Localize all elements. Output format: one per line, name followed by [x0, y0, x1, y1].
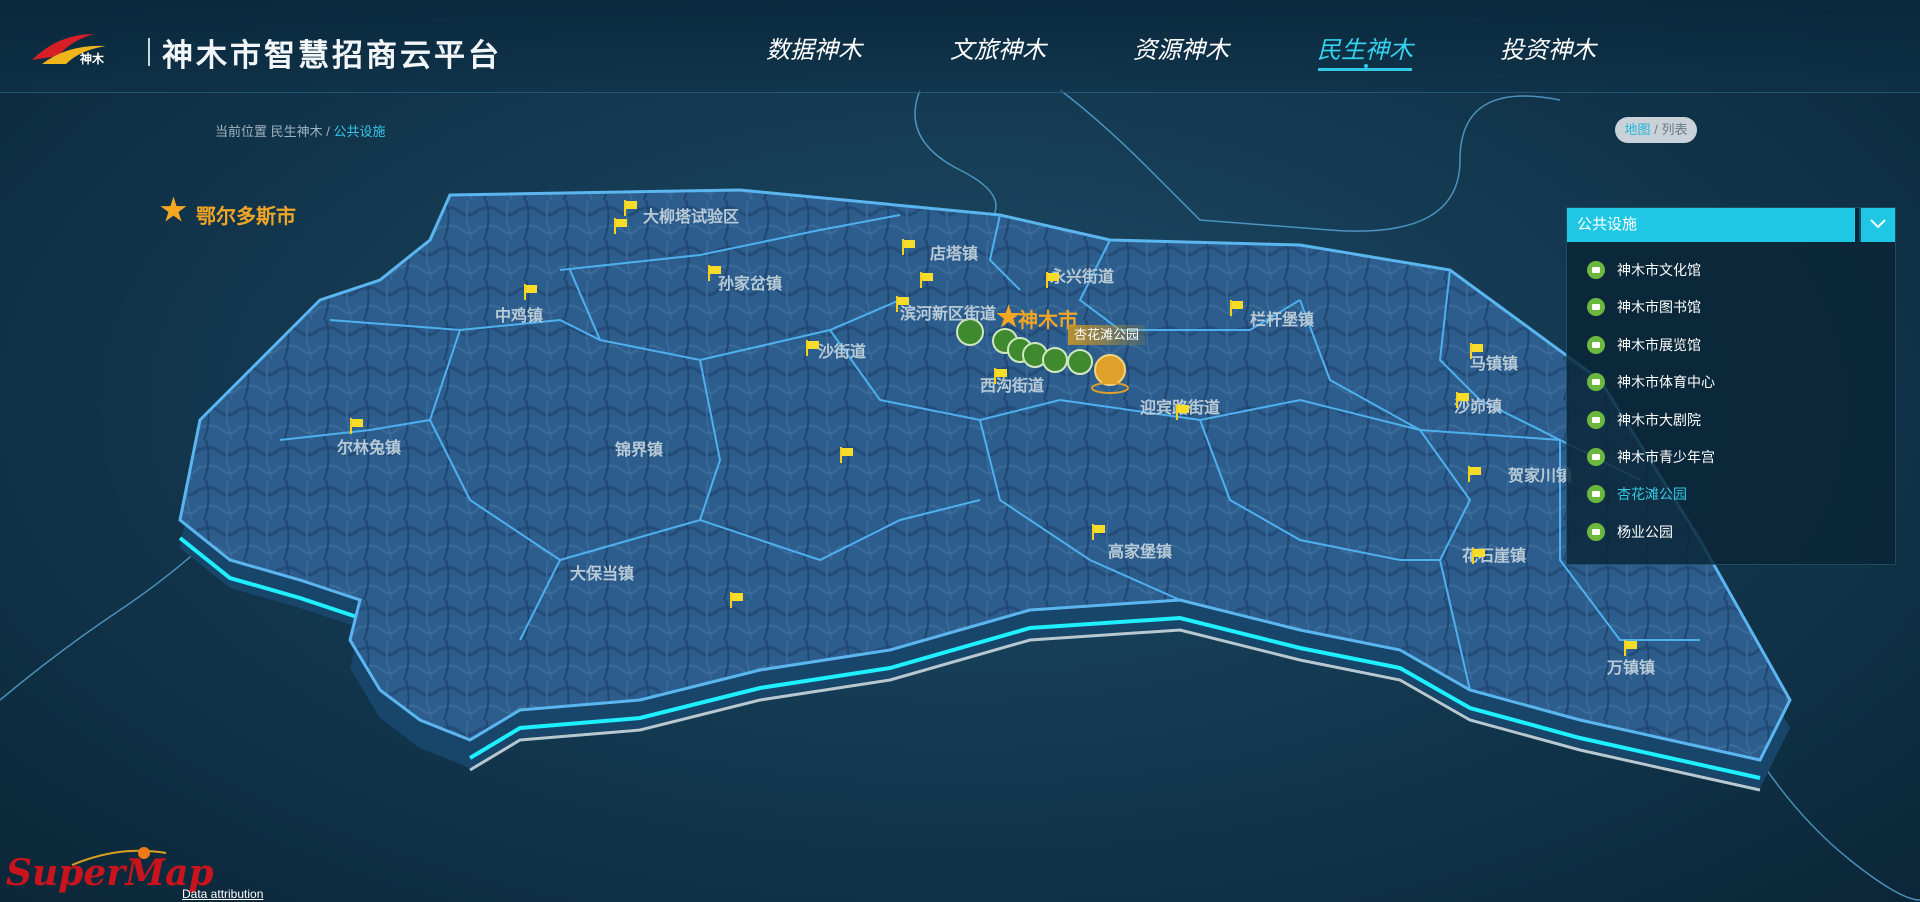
- nav-item-tourism[interactable]: 文旅神木: [950, 30, 1046, 65]
- flag-icon[interactable]: [1624, 640, 1638, 656]
- logo-divider: [148, 38, 150, 66]
- nav-item-data[interactable]: 数据神木: [766, 30, 862, 65]
- flag-icon[interactable]: [1230, 300, 1244, 316]
- place-label: 贺家川镇: [1508, 468, 1573, 485]
- flag-icon[interactable]: [806, 340, 820, 356]
- category-select[interactable]: 公共设施: [1567, 208, 1855, 242]
- flag-icon[interactable]: [524, 284, 538, 300]
- view-toggle: 地图 / 列表: [1615, 117, 1697, 143]
- place-label: 栏杆堡镇: [1250, 312, 1315, 329]
- map-tooltip: 杏花滩公园: [1068, 325, 1146, 345]
- place-label: 沙街道: [818, 344, 867, 361]
- view-toggle-separator: /: [1654, 122, 1658, 137]
- place-label: 大柳塔试验区: [643, 209, 740, 226]
- poi-label: 神木市图书馆: [1617, 299, 1701, 315]
- view-toggle-list[interactable]: 列表: [1661, 122, 1687, 137]
- flag-icon[interactable]: [708, 265, 722, 281]
- page-title: 神木市智慧招商云平台: [162, 38, 502, 74]
- poi-label: 杨业公园: [1617, 524, 1673, 540]
- graduation-cap-icon: [1587, 523, 1605, 541]
- place-label: 孙家岔镇: [718, 276, 783, 293]
- graduation-cap-icon: [1587, 298, 1605, 316]
- flag-icon[interactable]: [624, 200, 638, 216]
- place-label: 中鸡镇: [495, 308, 544, 325]
- star-icon: ★: [160, 194, 187, 227]
- graduation-cap-icon: [1587, 261, 1605, 279]
- poi-label: 神木市青少年宫: [1617, 449, 1715, 465]
- flag-icon[interactable]: [896, 296, 910, 312]
- logo-caption: 神木: [80, 52, 105, 66]
- flag-icon[interactable]: [1472, 548, 1486, 564]
- breadcrumb-parent[interactable]: 民生神木: [271, 124, 323, 139]
- place-label: 西沟街道: [980, 378, 1045, 395]
- top-header: 神木 神木市智慧招商云平台 数据神木 文旅神木 资源神木 民生神木 投资神木: [0, 0, 1920, 93]
- breadcrumb: 当前位置 民生神木 / 公共设施: [215, 121, 386, 140]
- flag-icon[interactable]: [1456, 392, 1470, 408]
- place-label: 高家堡镇: [1108, 544, 1173, 561]
- flag-icon[interactable]: [614, 218, 628, 234]
- flag-icon[interactable]: [350, 418, 364, 434]
- data-attribution-link[interactable]: Data attribution: [182, 887, 263, 901]
- graduation-cap-icon: [1587, 448, 1605, 466]
- graduation-cap-icon: [1587, 411, 1605, 429]
- flag-icon[interactable]: [902, 239, 916, 255]
- breadcrumb-prefix: 当前位置: [215, 124, 268, 139]
- graduation-cap-icon: [1587, 373, 1605, 391]
- flag-icon[interactable]: [994, 368, 1008, 384]
- nav-active-underline: [1318, 68, 1412, 71]
- place-label: 锦界镇: [615, 442, 664, 459]
- nav-item-resources[interactable]: 资源神木: [1133, 30, 1229, 65]
- poi-label: 神木市大剧院: [1617, 412, 1701, 428]
- poi-list-item[interactable]: 神木市大剧院: [1587, 408, 1701, 432]
- graduation-cap-icon: [1587, 336, 1605, 354]
- chevron-down-icon[interactable]: [1859, 208, 1895, 242]
- flag-icon[interactable]: [1468, 466, 1482, 482]
- poi-list-item[interactable]: 神木市青少年宫: [1587, 445, 1715, 469]
- poi-list-item-selected[interactable]: 杏花滩公园: [1587, 482, 1687, 506]
- flag-icon[interactable]: [840, 447, 854, 463]
- place-label: 滨河新区街道: [900, 306, 997, 323]
- place-label: 万镇镇: [1607, 660, 1656, 677]
- neighbor-city-name: 鄂尔多斯市: [196, 206, 296, 228]
- flag-icon[interactable]: [1046, 272, 1060, 288]
- place-label: 尔林兔镇: [337, 440, 402, 457]
- nav-item-livelihood[interactable]: 民生神木: [1317, 30, 1413, 65]
- flag-icon[interactable]: [1092, 524, 1106, 540]
- poi-list-item[interactable]: 神木市文化馆: [1587, 258, 1701, 282]
- flag-icon[interactable]: [730, 592, 744, 608]
- poi-label: 神木市体育中心: [1617, 374, 1715, 390]
- flag-icon[interactable]: [1176, 404, 1190, 420]
- place-label: 大保当镇: [570, 566, 635, 583]
- flag-icon[interactable]: [1470, 343, 1484, 359]
- breadcrumb-current: 公共设施: [333, 124, 386, 139]
- nav-item-investment[interactable]: 投资神木: [1500, 30, 1596, 65]
- poi-label: 神木市文化馆: [1617, 262, 1701, 278]
- poi-panel: 公共设施 神木市文化馆 神木市图书馆 神木市展览馆 神木市体育中心 神木市大剧院…: [1566, 207, 1896, 565]
- place-label: 店塔镇: [930, 246, 979, 263]
- breadcrumb-separator: /: [326, 124, 330, 139]
- poi-list-item[interactable]: 神木市图书馆: [1587, 295, 1701, 319]
- poi-list-item[interactable]: 神木市展览馆: [1587, 333, 1701, 357]
- supermap-logo-swoosh: [71, 847, 167, 866]
- poi-list-item[interactable]: 杨业公园: [1587, 520, 1673, 544]
- poi-label: 神木市展览馆: [1617, 337, 1701, 353]
- graduation-cap-icon: [1587, 485, 1605, 503]
- poi-list-item[interactable]: 神木市体育中心: [1587, 370, 1715, 394]
- flag-icon[interactable]: [920, 272, 934, 288]
- poi-label: 杏花滩公园: [1617, 486, 1687, 502]
- view-toggle-map[interactable]: 地图: [1625, 122, 1651, 137]
- nav-active-dot: [1364, 64, 1368, 68]
